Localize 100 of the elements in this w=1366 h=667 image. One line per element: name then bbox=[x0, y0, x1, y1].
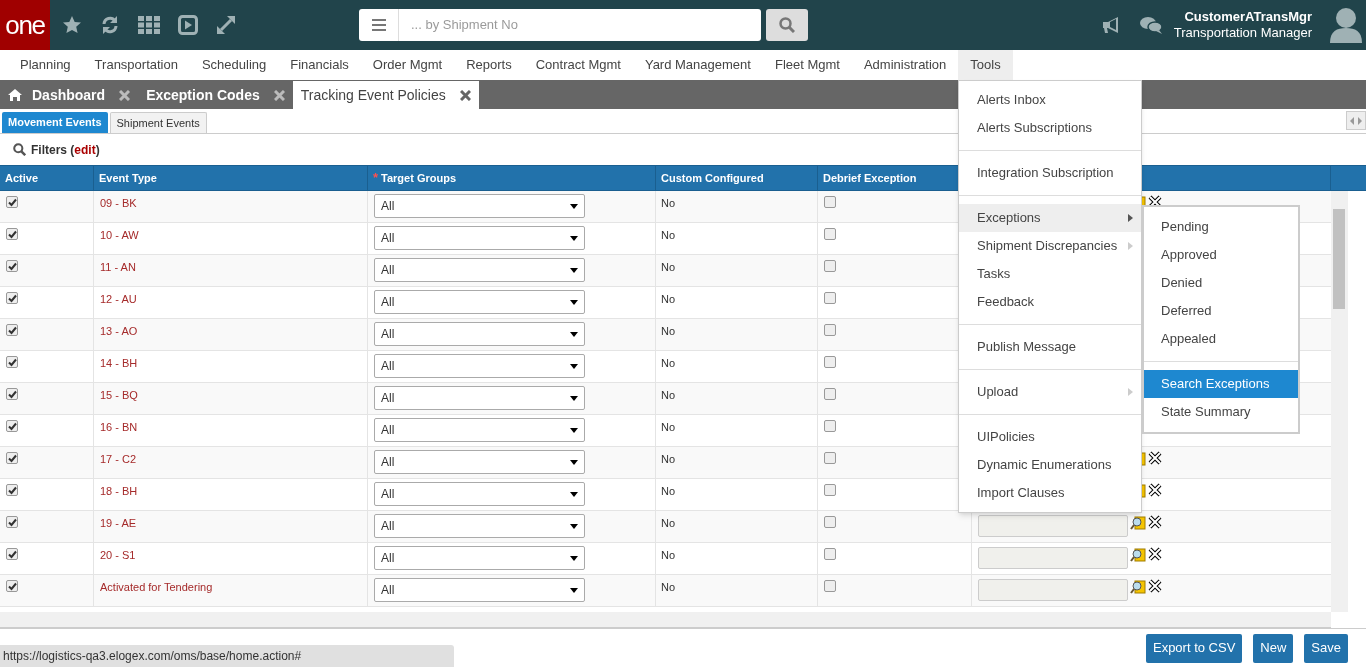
checkbox[interactable] bbox=[6, 452, 18, 464]
menu-item[interactable]: Shipment Discrepancies bbox=[959, 232, 1141, 260]
event-type-link[interactable]: 10 - AW bbox=[100, 229, 139, 241]
star-icon[interactable] bbox=[62, 15, 82, 35]
footer-button[interactable]: Export to CSV bbox=[1145, 633, 1243, 663]
menu-icon[interactable] bbox=[371, 19, 386, 31]
search-field[interactable]: ... by Shipment No bbox=[359, 9, 761, 41]
checkbox[interactable] bbox=[6, 356, 18, 368]
delete-icon[interactable] bbox=[1148, 451, 1162, 465]
target-groups-dropdown[interactable]: All bbox=[374, 322, 585, 346]
nav-menu-item[interactable]: Administration bbox=[851, 50, 959, 80]
close-icon[interactable] bbox=[459, 89, 471, 101]
nav-menu-item[interactable]: Yard Management bbox=[632, 50, 763, 80]
lookup-icon[interactable] bbox=[1130, 547, 1146, 563]
page-tab[interactable]: Tracking Event Policies bbox=[292, 81, 479, 109]
target-groups-dropdown[interactable]: All bbox=[374, 418, 585, 442]
target-groups-dropdown[interactable]: All bbox=[374, 514, 585, 538]
delete-icon[interactable] bbox=[1148, 547, 1162, 561]
checkbox[interactable] bbox=[824, 292, 836, 304]
nav-menu-item[interactable]: Financials bbox=[278, 50, 361, 80]
checkbox[interactable] bbox=[6, 196, 18, 208]
checkbox[interactable] bbox=[824, 388, 836, 400]
nav-menu-item[interactable]: Contract Mgmt bbox=[523, 50, 633, 80]
menu-item[interactable]: Publish Message bbox=[959, 333, 1141, 361]
search-input[interactable]: ... by Shipment No bbox=[399, 15, 761, 35]
target-groups-dropdown[interactable]: All bbox=[374, 290, 585, 314]
search-button[interactable] bbox=[766, 9, 808, 41]
chat-icon[interactable] bbox=[1139, 16, 1162, 34]
footer-button[interactable]: New bbox=[1253, 633, 1294, 663]
menu-item[interactable]: Dynamic Enumerations bbox=[959, 451, 1141, 479]
close-icon[interactable] bbox=[273, 89, 285, 101]
nav-menu-item[interactable]: Transportation bbox=[82, 50, 190, 80]
edit-link[interactable]: edit bbox=[74, 142, 96, 157]
input-field[interactable] bbox=[978, 579, 1128, 601]
checkbox[interactable] bbox=[824, 356, 836, 368]
submenu-item[interactable]: State Summary bbox=[1144, 398, 1298, 426]
submenu-item[interactable]: Deferred bbox=[1144, 297, 1298, 325]
checkbox[interactable] bbox=[6, 580, 18, 592]
checkbox[interactable] bbox=[824, 548, 836, 560]
event-type-link[interactable]: Activated for Tendering bbox=[100, 581, 213, 593]
checkbox[interactable] bbox=[824, 452, 836, 464]
nav-menu-item[interactable]: Scheduling bbox=[189, 50, 279, 80]
target-groups-dropdown[interactable]: All bbox=[374, 482, 585, 506]
page-tab[interactable]: Exception Codes bbox=[138, 81, 293, 109]
footer-button[interactable]: Save bbox=[1304, 633, 1348, 663]
event-type-link[interactable]: 15 - BQ bbox=[100, 389, 138, 401]
horizontal-scrollbar[interactable] bbox=[0, 612, 1331, 628]
target-groups-dropdown[interactable]: All bbox=[374, 386, 585, 410]
checkbox[interactable] bbox=[824, 420, 836, 432]
menu-item[interactable]: Import Clauses bbox=[959, 479, 1141, 507]
event-type-link[interactable]: 11 - AN bbox=[100, 261, 136, 273]
search-icon[interactable] bbox=[13, 143, 26, 156]
checkbox[interactable] bbox=[6, 292, 18, 304]
target-groups-dropdown[interactable]: All bbox=[374, 258, 585, 282]
delete-icon[interactable] bbox=[1148, 515, 1162, 529]
checkbox[interactable] bbox=[824, 196, 836, 208]
checkbox[interactable] bbox=[6, 420, 18, 432]
avatar-icon[interactable] bbox=[1330, 7, 1362, 43]
menu-item[interactable]: Alerts Subscriptions bbox=[959, 114, 1141, 142]
checkbox[interactable] bbox=[824, 228, 836, 240]
submenu-item[interactable]: Pending bbox=[1144, 213, 1298, 241]
nav-menu-item[interactable]: Planning bbox=[8, 50, 83, 80]
target-groups-dropdown[interactable]: All bbox=[374, 546, 585, 570]
grid-icon[interactable] bbox=[138, 16, 160, 34]
sub-tab[interactable]: Shipment Events bbox=[109, 112, 207, 133]
refresh-icon[interactable] bbox=[100, 15, 120, 35]
event-type-link[interactable]: 18 - BH bbox=[100, 485, 138, 497]
checkbox[interactable] bbox=[6, 260, 18, 272]
checkbox[interactable] bbox=[6, 548, 18, 560]
event-type-link[interactable]: 14 - BH bbox=[100, 357, 138, 369]
menu-item[interactable]: Feedback bbox=[959, 288, 1141, 316]
close-icon[interactable] bbox=[119, 89, 131, 101]
checkbox[interactable] bbox=[6, 324, 18, 336]
nav-menu-item[interactable]: Reports bbox=[454, 50, 524, 80]
input-field[interactable] bbox=[978, 547, 1128, 569]
target-groups-dropdown[interactable]: All bbox=[374, 226, 585, 250]
submenu-item[interactable]: Appealed bbox=[1144, 325, 1298, 353]
event-type-link[interactable]: 19 - AE bbox=[100, 517, 137, 529]
event-type-link[interactable]: 17 - C2 bbox=[100, 453, 137, 465]
page-tab[interactable]: Dashboard bbox=[0, 81, 139, 109]
checkbox[interactable] bbox=[824, 516, 836, 528]
nav-menu-item[interactable]: Order Mgmt bbox=[360, 50, 455, 80]
play-icon[interactable] bbox=[178, 15, 198, 35]
target-groups-dropdown[interactable]: All bbox=[374, 450, 585, 474]
delete-icon[interactable] bbox=[1148, 483, 1162, 497]
expand-icon[interactable] bbox=[216, 15, 236, 35]
logo[interactable]: one bbox=[0, 0, 50, 50]
target-groups-dropdown[interactable]: All bbox=[374, 578, 585, 602]
checkbox[interactable] bbox=[824, 580, 836, 592]
lookup-icon[interactable] bbox=[1130, 579, 1146, 595]
event-type-link[interactable]: 16 - BN bbox=[100, 421, 138, 433]
checkbox[interactable] bbox=[6, 516, 18, 528]
checkbox[interactable] bbox=[6, 228, 18, 240]
submenu-item[interactable]: Search Exceptions bbox=[1144, 370, 1298, 398]
submenu-item[interactable]: Approved bbox=[1144, 241, 1298, 269]
checkbox[interactable] bbox=[6, 388, 18, 400]
event-type-link[interactable]: 12 - AU bbox=[100, 293, 137, 305]
checkbox[interactable] bbox=[824, 484, 836, 496]
target-groups-dropdown[interactable]: All bbox=[374, 354, 585, 378]
lookup-icon[interactable] bbox=[1130, 515, 1146, 531]
